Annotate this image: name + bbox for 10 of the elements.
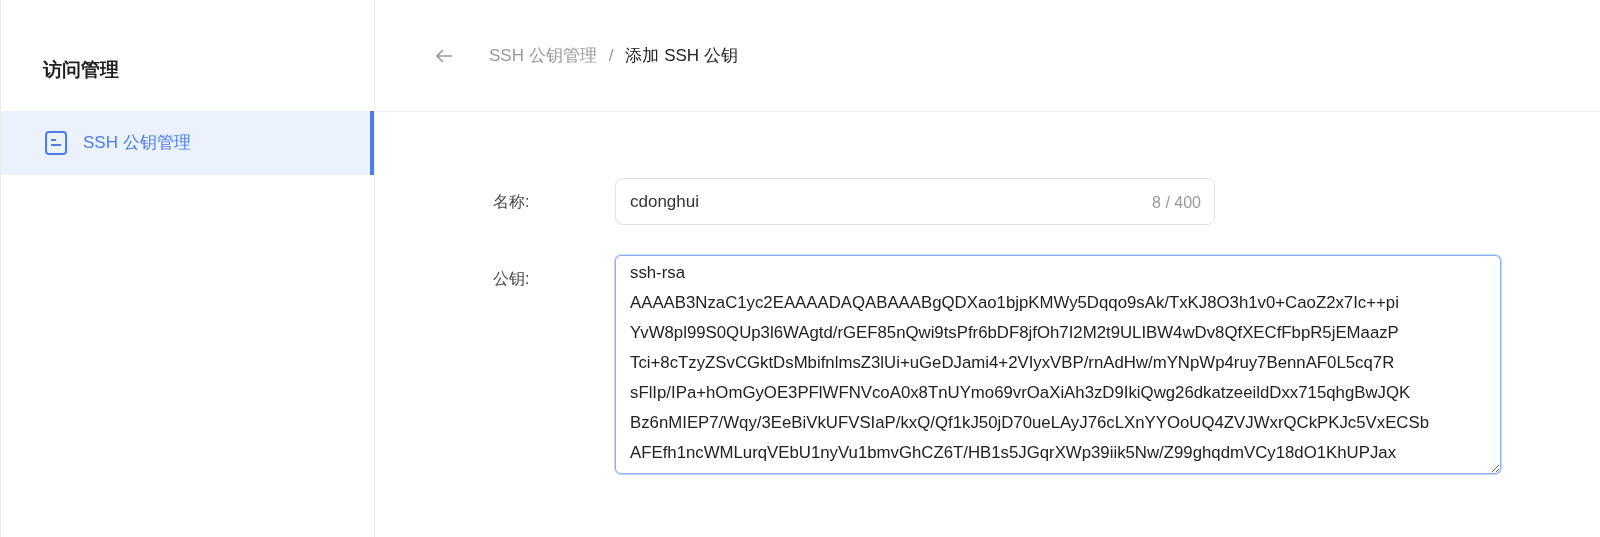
breadcrumb-separator: /: [608, 44, 614, 67]
breadcrumb-current: 添加 SSH 公钥: [625, 44, 738, 67]
public-key-textarea[interactable]: ssh-rsa AAAAB3NzaC1yc2EAAAADAQABAAABgQDXao1bjpKMWy5Dqqo9sAk/TxKJ8O3h1v0+CaoZ2x7Ic++pi YvW8pl99S0QUp3l6WAgtd/rGEF85nQwi9tsPfr6bDF8jfOh7I2M2t9ULIBW4wDv8QfXECfFbpR5jEMaazP Tci+8cTzyZSvCGktDsMbifnlmsZ3lUi+uGeDJami4+2VIyxVBP/rnAdHw/mYNpWp4ruy7BennAF0L5cq7R sFlIp/IPa+hOmGyOE3PFlWFNVcoA0x8TnUYmo69vrOaXiAh3zD9IkiQwg26dkatzeeildDxx715qhgBwJQK Bz6nMIEP7/Wqy/3EeBiVkUFVSIaP/kxQ/Qf1kJ50jD70ueLAyJ76cLXnYYOoUQ4ZVJWxrQCkPKJc5VxECSb AFEfh1ncWMLurqVEbU1nyVu1bmvGhCZ6T/HB1s5JGqrXWp39iik5Nw/Z99ghqdmVCy18dO1KhUPJax: [615, 255, 1501, 474]
character-counter: 8 / 400: [1152, 193, 1201, 213]
field-label: 公钥:: [493, 269, 531, 289]
sidebar-item[interactable]: SSH 公钥管理: [1, 110, 374, 175]
sidebar-title: 访问管理: [41, 58, 120, 82]
document-icon: [45, 130, 67, 155]
back-arrow-icon[interactable]: [435, 47, 453, 64]
field-label: 名称:: [493, 192, 531, 212]
